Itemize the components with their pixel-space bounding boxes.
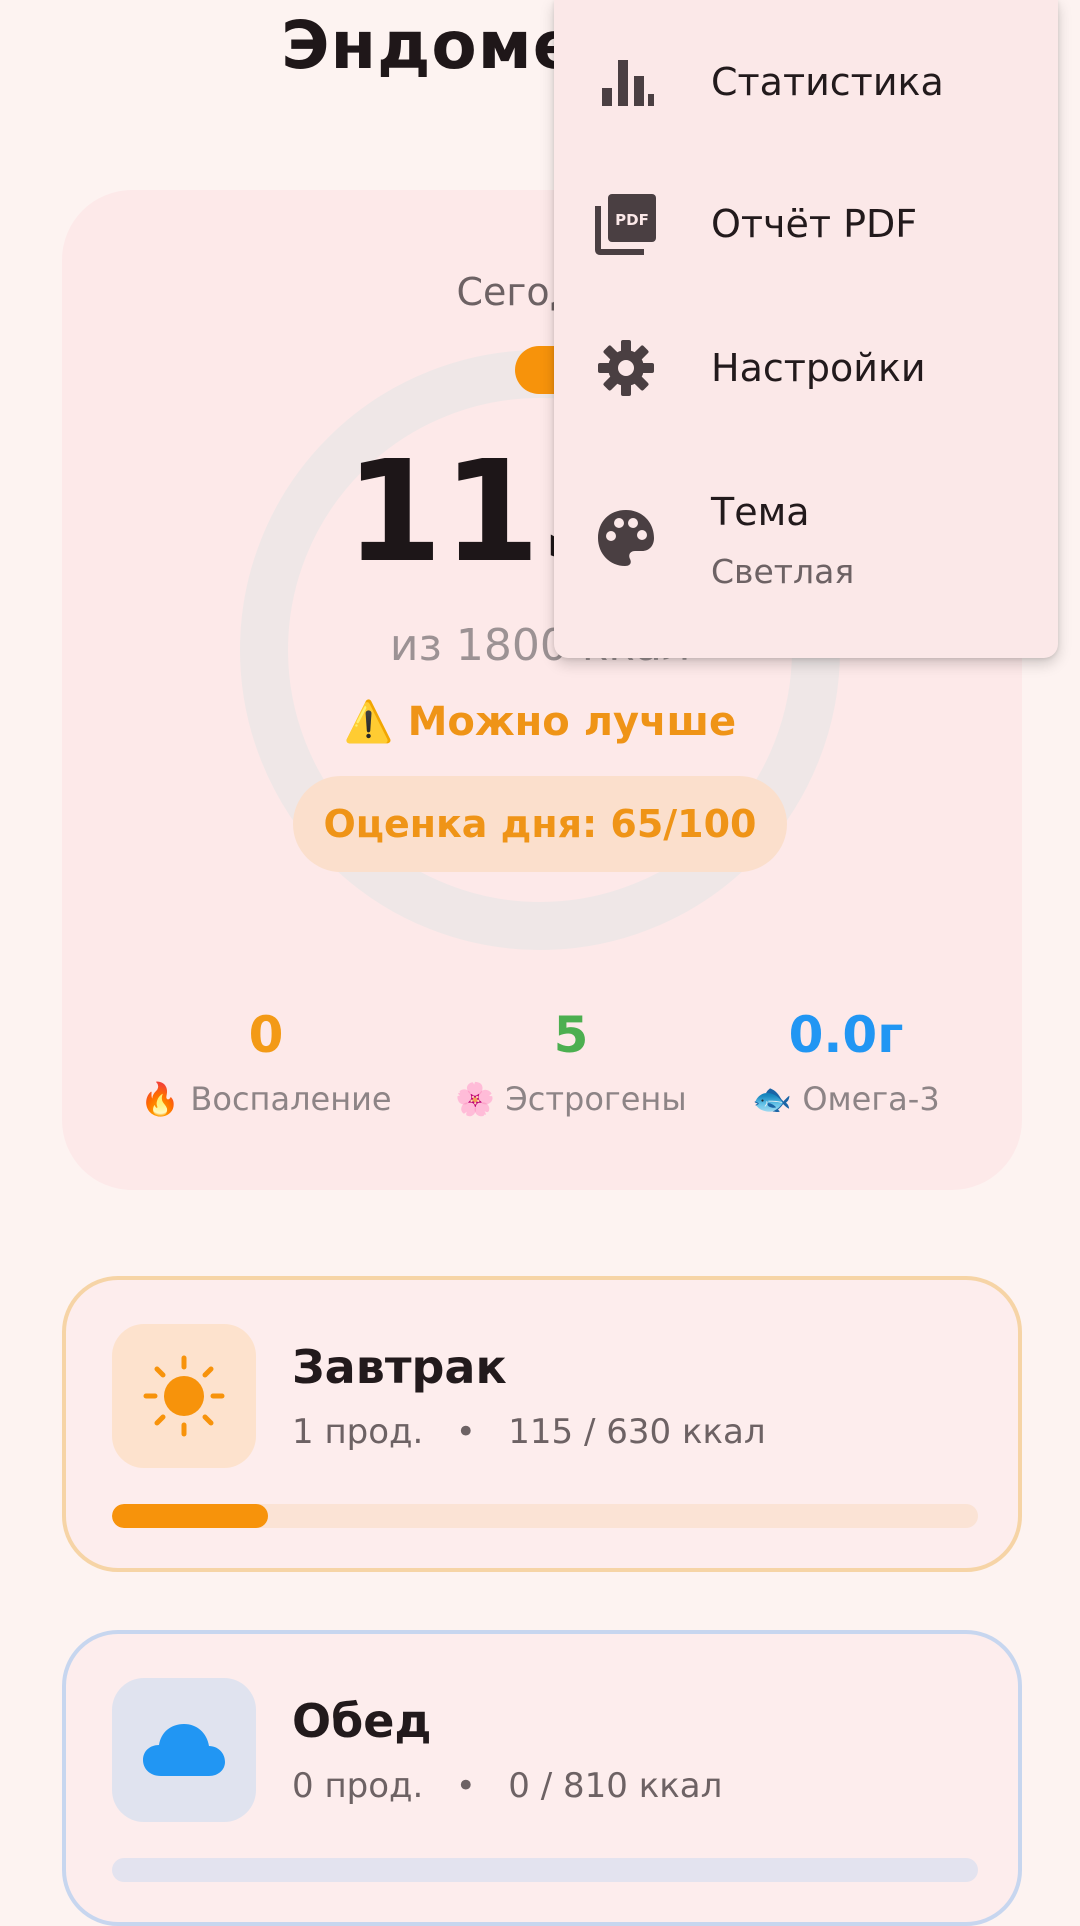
metric-value: 0.0г <box>788 1006 904 1064</box>
menu-item-theme[interactable]: Тема Светлая <box>554 442 1058 642</box>
meal-progress-fill <box>112 1504 268 1528</box>
menu-item-settings[interactable]: Настройки <box>554 298 1058 442</box>
metric-inflammation: 0 🔥 Воспаление <box>106 1000 426 1118</box>
metric-label: Омега-3 <box>802 1080 940 1118</box>
flower-icon: 🌸 <box>455 1080 496 1118</box>
meal-title: Обед <box>292 1694 432 1748</box>
warning-icon: ⚠️ <box>343 699 394 745</box>
menu-item-label: Отчёт PDF <box>711 202 918 246</box>
metric-label: Воспаление <box>190 1080 392 1118</box>
theme-current-value: Светлая <box>711 552 855 591</box>
meal-summary: 0 прод. • 0 / 810 ккал <box>292 1766 723 1806</box>
menu-item-statistics[interactable]: Статистика <box>554 10 1058 154</box>
svg-text:PDF: PDF <box>615 211 649 229</box>
meal-kcal: 115 / 630 ккал <box>508 1412 766 1452</box>
metric-value: 0 <box>248 1006 284 1064</box>
meal-icon-box <box>112 1678 256 1822</box>
meal-kcal: 0 / 810 ккал <box>508 1766 723 1806</box>
fire-icon: 🔥 <box>140 1080 181 1118</box>
meal-card-lunch[interactable]: Обед 0 прод. • 0 / 810 ккал <box>62 1630 1022 1926</box>
metric-label: Эстрогены <box>505 1080 687 1118</box>
metric-omega3: 0.0г 🐟 Омега-3 <box>686 1000 1006 1118</box>
meal-card-breakfast[interactable]: Завтрак 1 прод. • 115 / 630 ккал <box>62 1276 1022 1572</box>
day-score-badge: Оценка дня: 65/100 <box>293 776 787 872</box>
menu-item-pdf-report[interactable]: PDF Отчёт PDF <box>554 154 1058 298</box>
fish-icon: 🐟 <box>752 1080 793 1118</box>
sun-icon <box>143 1355 225 1437</box>
metric-value: 5 <box>553 1006 589 1064</box>
meal-title: Завтрак <box>292 1340 507 1394</box>
meal-item-count: 1 прод. <box>292 1412 424 1452</box>
overflow-menu: Статистика PDF Отчёт PDF Настройки Тема … <box>554 0 1058 658</box>
meal-summary: 1 прод. • 115 / 630 ккал <box>292 1412 766 1452</box>
metric-estrogens: 5 🌸 Эстрогены <box>411 1000 731 1118</box>
meal-item-count: 0 прод. <box>292 1766 424 1806</box>
pdf-icon: PDF <box>594 192 658 256</box>
palette-icon <box>594 506 658 570</box>
meal-progress-bar <box>112 1858 978 1882</box>
menu-item-label: Настройки <box>711 346 926 390</box>
meal-icon-box <box>112 1324 256 1468</box>
cloud-icon <box>143 1724 225 1776</box>
day-status: ⚠️ Можно лучше <box>0 698 1080 745</box>
menu-item-label: Тема <box>711 490 810 534</box>
menu-item-label: Статистика <box>711 60 944 104</box>
day-status-text: Можно лучше <box>407 699 737 745</box>
meal-progress-bar <box>112 1504 978 1528</box>
bar-chart-icon <box>594 50 658 114</box>
gear-icon <box>594 336 658 400</box>
